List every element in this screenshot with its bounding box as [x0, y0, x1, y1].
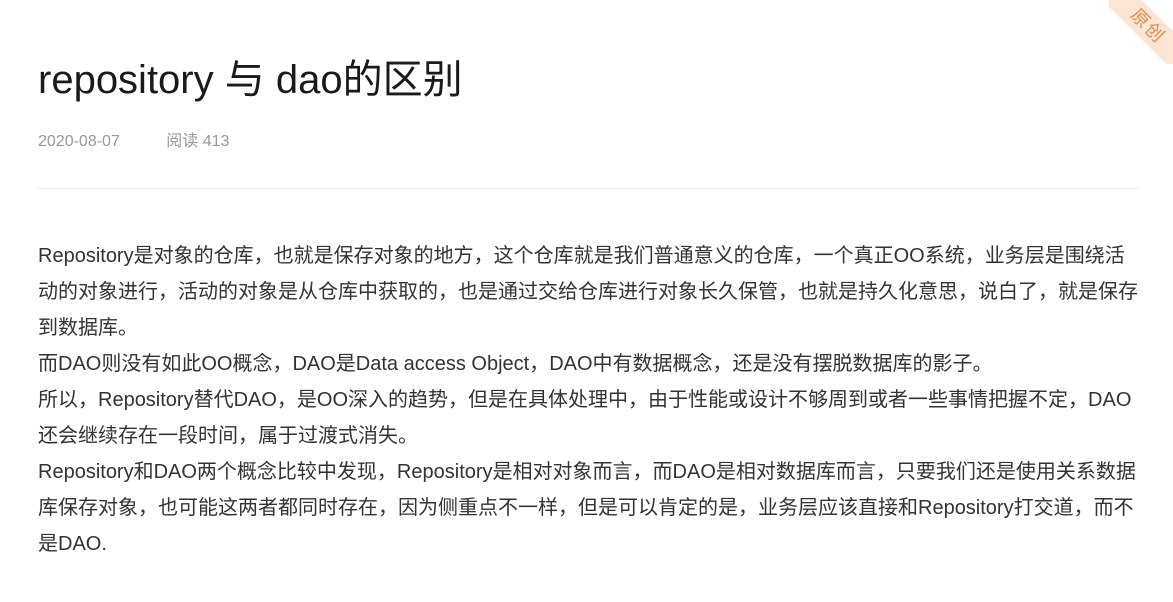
original-badge: 原创 [1109, 0, 1173, 64]
article-title: repository 与 dao的区别 [38, 58, 463, 102]
article-page: 原创 repository 与 dao的区别 2020-08-07 阅读 413… [0, 0, 1173, 602]
article-body: Repository是对象的仓库，也就是保存对象的地方，这个仓库就是我们普通意义… [38, 238, 1143, 562]
article-meta: 2020-08-07 阅读 413 [38, 131, 229, 153]
divider [38, 188, 1139, 189]
paragraph: 所以，Repository替代DAO，是OO深入的趋势，但是在具体处理中，由于性… [38, 389, 1132, 447]
publish-date: 2020-08-07 [38, 133, 120, 150]
original-badge-label: 原创 [1109, 0, 1173, 64]
paragraph: Repository是对象的仓库，也就是保存对象的地方，这个仓库就是我们普通意义… [38, 245, 1138, 339]
paragraph: Repository和DAO两个概念比较中发现，Repository是相对对象而… [38, 461, 1136, 555]
paragraph: 而DAO则没有如此OO概念，DAO是Data access Object，DAO… [38, 353, 993, 375]
read-count: 阅读 413 [166, 133, 230, 150]
